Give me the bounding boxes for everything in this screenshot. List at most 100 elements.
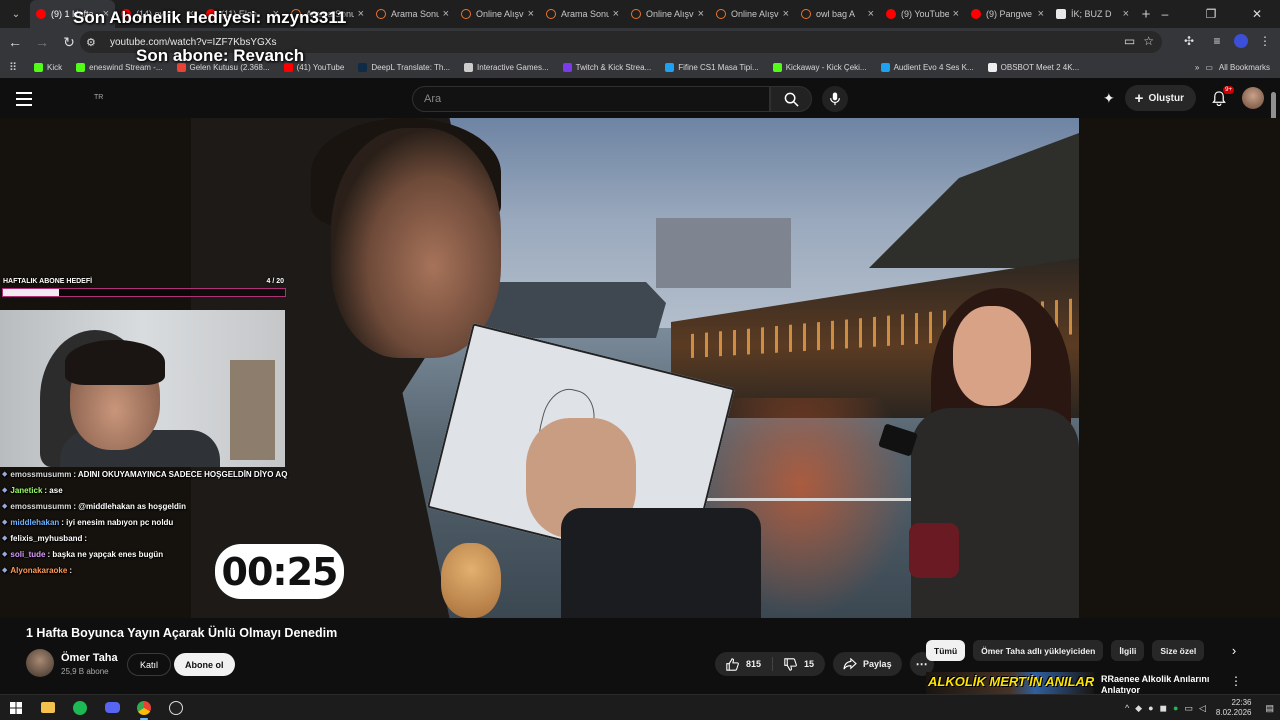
browser-tab[interactable]: (9) YouTube × xyxy=(880,0,965,28)
thumbnail-text: ALKOLİK MERT'İN ANILARI xyxy=(928,674,1094,689)
chevron-right-icon[interactable]: › xyxy=(1224,640,1244,661)
notifications-button[interactable]: 9+ xyxy=(1206,85,1234,111)
like-button[interactable]: 815 xyxy=(715,652,772,676)
web-favicon-icon xyxy=(546,9,556,19)
bookmark-item[interactable]: DeepL Translate: Th... xyxy=(358,62,450,72)
chat-badge-icon: ◆ xyxy=(2,519,8,526)
tab-close-icon[interactable]: × xyxy=(698,8,704,20)
file-explorer-icon[interactable] xyxy=(32,695,64,720)
chat-text: : @middlehakan as hoşgeldin xyxy=(73,501,187,511)
bookmarks-overflow-icon[interactable]: » xyxy=(1195,63,1199,72)
create-button[interactable]: + Oluştur xyxy=(1124,85,1196,111)
dislike-button[interactable]: 15 xyxy=(773,652,825,676)
minimize-icon[interactable]: – xyxy=(1142,0,1188,28)
bookmark-item[interactable]: Audient Evo 4 Ses K... xyxy=(880,62,974,72)
taskbar-clock[interactable]: 22:36 8.02.2026 xyxy=(1216,698,1252,718)
video-actions: 815 15 Paylaş ⋯ xyxy=(715,652,934,676)
voice-search-button[interactable] xyxy=(822,86,848,112)
cast-icon[interactable]: ▭ xyxy=(1124,34,1135,48)
volume-icon[interactable]: ◁ xyxy=(1199,703,1206,714)
bookmark-item[interactable]: Kick xyxy=(34,62,62,72)
bookmark-favicon-icon xyxy=(358,62,368,72)
tray-steam-icon[interactable]: ● xyxy=(1148,703,1153,713)
browser-tab[interactable]: Arama Sonuç × xyxy=(370,0,455,28)
spotify-icon[interactable] xyxy=(64,695,96,720)
join-button[interactable]: Katıl xyxy=(127,653,172,676)
subscribe-button[interactable]: Abone ol xyxy=(174,653,235,676)
browser-tab[interactable]: Online Alışveriş × xyxy=(710,0,795,28)
close-window-icon[interactable]: ✕ xyxy=(1234,0,1280,28)
filter-chip[interactable]: Size özel xyxy=(1152,640,1205,661)
filter-chip[interactable]: Tümü xyxy=(926,640,966,661)
tray-app-icon[interactable]: ◆ xyxy=(1135,703,1142,714)
bookmark-favicon-icon xyxy=(562,62,572,72)
maximize-icon[interactable]: ❐ xyxy=(1188,0,1234,28)
recommended-more-icon[interactable]: ⋮ xyxy=(1230,674,1242,688)
tab-close-icon[interactable]: × xyxy=(443,8,449,20)
filter-chip[interactable]: İlgili xyxy=(1111,640,1145,661)
discord-icon[interactable] xyxy=(96,695,128,720)
bookmark-favicon-icon xyxy=(34,62,43,72)
notification-center-icon[interactable]: ▤ xyxy=(1265,703,1274,714)
search-input[interactable]: Ara xyxy=(412,86,770,112)
tab-close-icon[interactable]: × xyxy=(358,8,364,20)
browser-tab[interactable]: owl bag A × xyxy=(795,0,880,28)
recommended-video[interactable]: ALKOLİK MERT'İN ANILARI RRaenee Alkolik … xyxy=(926,672,1242,694)
chat-text: : iyi enesim nabıyon pc noldu xyxy=(61,517,174,527)
recommended-title[interactable]: RRaenee Alkolik Anılarını Anlatıyor xyxy=(1101,674,1231,694)
all-bookmarks-link[interactable]: All Bookmarks xyxy=(1219,63,1270,72)
tray-overflow-icon[interactable]: ^ xyxy=(1125,703,1129,713)
channel-avatar[interactable] xyxy=(26,649,54,677)
tray-discord-icon[interactable]: ◼ xyxy=(1160,703,1167,714)
browser-tab[interactable]: (9) Pangwe × xyxy=(965,0,1050,28)
browser-tab[interactable]: Online Alışveriş × xyxy=(455,0,540,28)
reload-icon[interactable]: ↻ xyxy=(57,30,81,54)
browser-tab[interactable]: Arama Sonuç × xyxy=(540,0,625,28)
chrome-icon[interactable] xyxy=(128,695,160,720)
chat-text: : başka ne yapçak enes bugün xyxy=(47,549,164,559)
extensions-icon[interactable]: ✣ xyxy=(1178,30,1200,52)
tab-close-icon[interactable]: × xyxy=(613,8,619,20)
bookmark-item[interactable]: Kickaway - Kick Çeki... xyxy=(772,62,867,72)
bookmark-item[interactable]: Fifine CS1 Masa Tipi... xyxy=(665,62,759,72)
forward-icon[interactable]: → xyxy=(30,30,54,54)
video-frame-jacket xyxy=(561,508,761,618)
bookmark-favicon-icon xyxy=(76,62,86,72)
profile-icon[interactable] xyxy=(1234,34,1248,48)
youtube-logo[interactable]: TR xyxy=(48,92,103,107)
bookmark-star-icon[interactable]: ☆ xyxy=(1143,34,1154,48)
tab-close-icon[interactable]: × xyxy=(953,8,959,20)
ai-sparkle-icon[interactable]: ✦ xyxy=(1103,90,1115,107)
bookmark-item[interactable]: Twitch & Kick Strea... xyxy=(562,62,651,72)
windows-start-icon[interactable] xyxy=(0,695,32,720)
bookmark-item[interactable]: Interactive Games... xyxy=(464,62,549,72)
obs-icon[interactable] xyxy=(160,695,192,720)
apps-grid-icon[interactable]: ⠿ xyxy=(0,61,26,74)
tab-close-icon[interactable]: × xyxy=(868,8,874,20)
video-player[interactable] xyxy=(191,118,1079,618)
media-control-icon[interactable]: ≡ xyxy=(1206,30,1228,52)
browser-tab[interactable]: Online Alışveriş × xyxy=(625,0,710,28)
share-button[interactable]: Paylaş xyxy=(833,652,902,676)
channel-name[interactable]: Ömer Taha xyxy=(61,652,118,664)
network-icon[interactable]: ▭ xyxy=(1184,703,1193,714)
search-button[interactable] xyxy=(770,86,812,112)
browser-menu-icon[interactable]: ⋮ xyxy=(1254,30,1276,52)
tab-close-icon[interactable]: × xyxy=(528,8,534,20)
menu-icon[interactable] xyxy=(14,90,34,108)
tray-spotify-icon[interactable]: ● xyxy=(1173,703,1178,713)
tab-close-icon[interactable]: × xyxy=(1038,8,1044,20)
chat-username: emossmusumm xyxy=(10,501,72,511)
filter-chip[interactable]: Ömer Taha adlı yükleyiciden xyxy=(973,640,1104,661)
tab-label: (9) YouTube xyxy=(901,9,949,19)
chat-text: : ADINI OKUYAMAYINCA SADECE HOŞGELDİN Dİ… xyxy=(73,469,288,479)
account-avatar[interactable] xyxy=(1242,87,1264,109)
tab-search-button[interactable]: ⌄ xyxy=(4,2,28,26)
recommended-thumbnail[interactable]: ALKOLİK MERT'İN ANILARI xyxy=(926,672,1094,694)
site-info-icon[interactable]: ⚙ xyxy=(86,36,104,49)
tab-close-icon[interactable]: × xyxy=(783,8,789,20)
bookmark-item[interactable]: OBSBOT Meet 2 4K... xyxy=(987,62,1079,72)
back-icon[interactable]: ← xyxy=(3,30,27,54)
tab-close-icon[interactable]: × xyxy=(1123,8,1129,20)
browser-tab[interactable]: İK; BUZ D × xyxy=(1050,0,1135,28)
